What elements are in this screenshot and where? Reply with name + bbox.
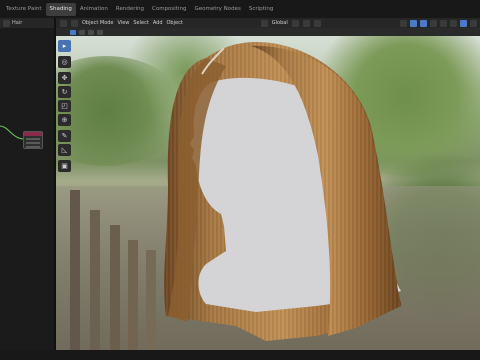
node-editor-header: Hair [0,18,54,28]
node-links [0,125,24,140]
annotate-icon[interactable]: ✎ [58,130,71,142]
tab-texture-paint[interactable]: Texture Paint [2,3,46,16]
tool-settings-bar [56,28,480,36]
3d-viewport[interactable] [56,36,480,350]
add-cube-icon[interactable]: ▣ [58,160,71,172]
blender-window: Texture Paint Shading Animation Renderin… [0,0,480,360]
select-mode-invert-icon[interactable] [97,29,103,35]
viewport-overlay-controls [400,18,477,28]
viewport-toolbar: ▸ ◎ ✥ ↻ ◰ ⊕ ✎ ◺ ▣ [58,40,72,174]
status-bar [0,350,480,360]
transform-icon[interactable]: ⊕ [58,114,71,126]
editor-type-icon[interactable] [60,19,67,27]
menu-view[interactable]: View [118,20,130,26]
scale-icon[interactable]: ◰ [58,100,71,112]
object-mode-icon [71,19,78,27]
cursor-icon[interactable]: ◎ [58,56,71,68]
node-object-label: Hair [12,20,23,26]
shader-node-header [24,132,42,136]
wireframe-shading-icon[interactable] [440,19,447,27]
snap-icon[interactable] [302,19,310,27]
node-editor-canvas[interactable] [0,28,54,350]
tab-geometry-nodes[interactable]: Geometry Nodes [190,3,244,16]
menu-add[interactable]: Add [153,20,163,26]
tab-compositing[interactable]: Compositing [148,3,190,16]
pivot-point-icon[interactable] [291,19,299,27]
workspace-tab-bar: Texture Paint Shading Animation Renderin… [0,0,480,18]
node-socket-row [26,146,40,148]
tab-shading[interactable]: Shading [45,2,76,16]
menu-select[interactable]: Select [133,20,148,26]
move-icon[interactable]: ✥ [58,72,71,84]
node-socket-row [26,142,40,144]
tab-scripting[interactable]: Scripting [245,3,277,16]
rendered-shading-icon[interactable] [470,19,477,27]
visibility-icon[interactable] [400,19,407,27]
editor-type-icon[interactable] [3,19,10,27]
rotate-icon[interactable]: ↻ [58,86,71,98]
overlay-toggle-icon[interactable] [420,19,427,27]
shader-node[interactable] [23,131,43,149]
tab-rendering[interactable]: Rendering [112,3,148,16]
proportional-editing-icon[interactable] [313,19,321,27]
select-box-icon[interactable]: ▸ [58,40,71,52]
viewport-header: Object Mode View Select Add Object Globa… [56,18,480,28]
solid-shading-icon[interactable] [450,19,457,27]
gizmo-toggle-icon[interactable] [410,19,417,27]
select-mode-subtract-icon[interactable] [88,29,94,35]
orientation-icon [260,19,268,27]
measure-icon[interactable]: ◺ [58,144,71,156]
select-mode-extend-icon[interactable] [79,29,85,35]
select-mode-new-icon[interactable] [70,29,76,35]
node-link [0,125,24,140]
node-socket-row [26,138,40,140]
material-preview-shading-icon[interactable] [460,19,467,27]
object-mode-dropdown[interactable]: Object Mode [82,20,114,26]
transform-orientation-dropdown[interactable]: Global [272,20,288,26]
xray-icon[interactable] [430,19,437,27]
menu-object[interactable]: Object [167,20,183,26]
hair-model-render[interactable] [56,36,480,350]
tab-animation[interactable]: Animation [76,3,112,16]
